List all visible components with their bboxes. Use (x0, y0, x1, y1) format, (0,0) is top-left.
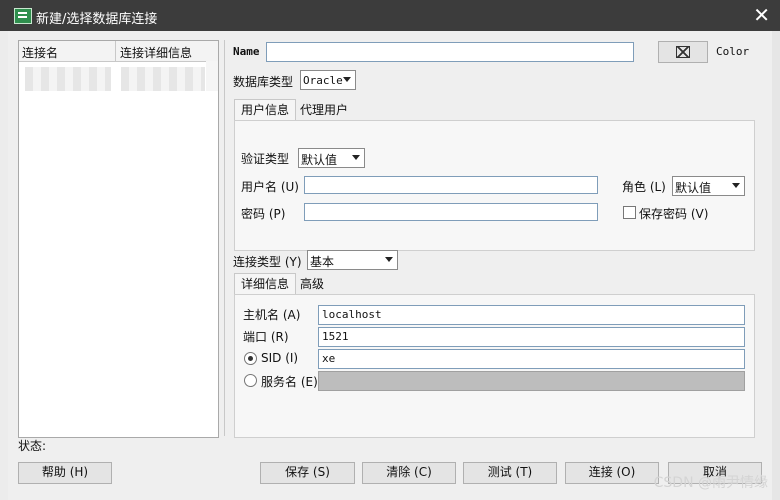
list-scroll-area[interactable] (206, 61, 218, 91)
save-button[interactable]: 保存 (S) (260, 462, 355, 484)
connection-row-name-redacted[interactable] (25, 67, 111, 91)
tab-user-info[interactable]: 用户信息 (234, 99, 297, 120)
background-window-right (772, 31, 780, 500)
chevron-down-icon (343, 77, 351, 82)
column-separator (115, 41, 116, 61)
host-input[interactable]: localhost (318, 305, 745, 325)
title-bar: 新建/选择数据库连接 ✕ (0, 0, 780, 31)
auth-type-select[interactable]: 默认值 (298, 148, 365, 168)
port-label: 端口 (R) (243, 330, 289, 344)
background-window-left (0, 31, 8, 500)
connection-list[interactable]: 连接名 连接详细信息 (18, 40, 219, 438)
color-picker-button[interactable] (658, 41, 708, 63)
help-button[interactable]: 帮助 (H) (18, 462, 112, 484)
role-select[interactable]: 默认值 (672, 176, 745, 196)
chevron-down-icon (732, 183, 740, 188)
save-password-label[interactable]: 保存密码 (V) (639, 205, 708, 222)
password-label: 密码 (P) (241, 207, 286, 221)
save-password-checkbox[interactable] (623, 206, 636, 219)
name-input[interactable] (266, 42, 634, 62)
tab-details[interactable]: 详细信息 (234, 273, 297, 294)
db-type-select[interactable]: Oracle (300, 70, 356, 90)
connection-type-select[interactable]: 基本 (307, 250, 398, 270)
username-input[interactable] (304, 176, 598, 194)
sid-radio[interactable] (244, 352, 257, 365)
window-title: 新建/选择数据库连接 (36, 12, 158, 27)
sid-label[interactable]: SID (I) (261, 351, 298, 365)
watermark: CSDN @雨尹情缘 (653, 475, 768, 491)
username-label: 用户名 (U) (241, 180, 299, 194)
name-label: Name (233, 45, 260, 58)
tab-proxy-user[interactable]: 代理用户 (294, 100, 354, 120)
port-input[interactable]: 1521 (318, 327, 745, 347)
host-label: 主机名 (A) (243, 308, 301, 322)
password-input[interactable] (304, 203, 598, 221)
test-button[interactable]: 测试 (T) (463, 462, 557, 484)
service-name-input (318, 371, 745, 391)
auth-type-label: 验证类型 (241, 152, 290, 166)
status-label: 状态: (18, 439, 47, 453)
db-type-label: 数据库类型 (233, 75, 294, 89)
color-swatch-icon (676, 46, 690, 58)
service-name-label[interactable]: 服务名 (E) (261, 373, 318, 390)
chevron-down-icon (352, 155, 360, 160)
close-icon[interactable]: ✕ (753, 2, 770, 28)
service-name-radio[interactable] (244, 374, 257, 387)
connect-button[interactable]: 连接 (O) (565, 462, 659, 484)
connection-row-details-redacted[interactable] (121, 67, 205, 91)
color-label: Color (716, 45, 750, 58)
column-connection-details[interactable]: 连接详细信息 (120, 44, 192, 61)
clear-button[interactable]: 清除 (C) (362, 462, 456, 484)
sid-input[interactable]: xe (318, 349, 745, 369)
database-app-icon (14, 8, 32, 24)
chevron-down-icon (385, 257, 393, 262)
column-connection-name[interactable]: 连接名 (22, 44, 58, 61)
role-label: 角色 (L) (622, 180, 666, 194)
tab-advanced[interactable]: 高级 (294, 274, 330, 294)
panel-divider[interactable] (224, 40, 225, 436)
connection-list-header: 连接名 连接详细信息 (19, 41, 218, 62)
connection-type-label: 连接类型 (Y) (233, 255, 302, 269)
